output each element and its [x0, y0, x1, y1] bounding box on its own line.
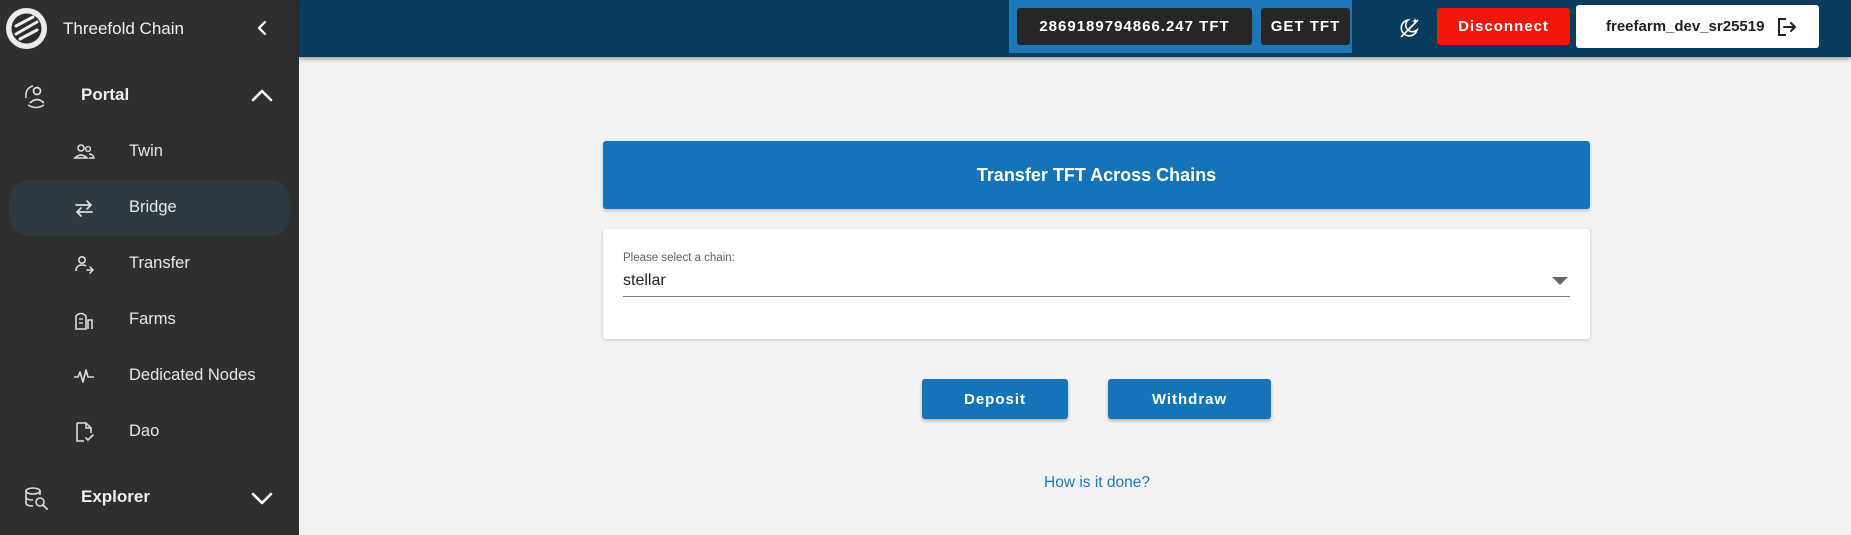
nav-group-label: Portal [81, 85, 130, 104]
bridge-icon [73, 197, 95, 219]
sidebar-item-dedicated-nodes[interactable]: Dedicated Nodes [9, 348, 290, 404]
how-is-it-done-link[interactable]: How is it done? [1044, 474, 1150, 492]
chain-select-label: Please select a chain: [623, 252, 735, 264]
dropdown-arrow-icon [1552, 277, 1568, 285]
nav-group-portal[interactable]: Portal [0, 68, 299, 124]
portal-icon [22, 83, 50, 109]
sidebar-item-label: Transfer [129, 254, 190, 272]
sidebar-item-transfer[interactable]: Transfer [9, 236, 290, 292]
sidebar: Threefold Chain Portal Twin Bridge Trans… [0, 0, 299, 535]
nav-group-explorer[interactable]: Explorer [0, 470, 299, 526]
withdraw-button[interactable]: Withdraw [1108, 379, 1271, 419]
chain-select-value: stellar [623, 272, 666, 289]
balance-display: 2869189794866.247 TFT [1017, 8, 1252, 45]
dedicated-nodes-icon [73, 365, 95, 387]
nav-group-label: Explorer [81, 487, 150, 506]
chevron-down-icon [248, 484, 276, 512]
top-bar: 2869189794866.247 TFT GET TFT Disconnect… [299, 0, 1851, 57]
sidebar-item-label: Bridge [129, 198, 177, 216]
twin-icon [73, 141, 95, 163]
sidebar-brand: Threefold Chain [0, 0, 299, 58]
chain-select[interactable]: stellar [623, 265, 1570, 297]
sidebar-item-twin[interactable]: Twin [9, 124, 290, 180]
wallet-box: 2869189794866.247 TFT GET TFT [1009, 0, 1352, 53]
dao-icon [73, 421, 95, 443]
collapse-sidebar-button[interactable] [248, 14, 276, 42]
transfer-icon [73, 253, 95, 275]
page-title: Transfer TFT Across Chains [603, 141, 1590, 209]
app-title: Threefold Chain [63, 19, 184, 38]
chain-select-card: Please select a chain: stellar [603, 229, 1590, 339]
sidebar-item-farms[interactable]: Farms [9, 292, 290, 348]
deposit-button[interactable]: Deposit [922, 379, 1068, 419]
account-name: freefarm_dev_sr25519 [1606, 18, 1765, 35]
theme-toggle-icon [1400, 18, 1419, 38]
sidebar-item-label: Dedicated Nodes [129, 366, 256, 384]
theme-toggle-button[interactable] [1393, 12, 1425, 44]
sidebar-item-label: Dao [129, 422, 160, 440]
account-button[interactable]: freefarm_dev_sr25519 [1576, 5, 1819, 48]
farms-icon [73, 309, 95, 331]
sidebar-item-label: Farms [129, 310, 176, 328]
get-tft-button[interactable]: GET TFT [1261, 8, 1350, 45]
sidebar-item-label: Twin [129, 142, 163, 160]
chevron-left-icon [257, 20, 267, 36]
sidebar-item-bridge[interactable]: Bridge [9, 180, 290, 236]
disconnect-button[interactable]: Disconnect [1437, 8, 1570, 45]
explorer-icon [22, 485, 50, 511]
chevron-up-icon [248, 82, 276, 110]
sidebar-item-dao[interactable]: Dao [9, 404, 290, 460]
threefold-logo-icon [6, 8, 47, 49]
logout-icon [1776, 16, 1798, 38]
